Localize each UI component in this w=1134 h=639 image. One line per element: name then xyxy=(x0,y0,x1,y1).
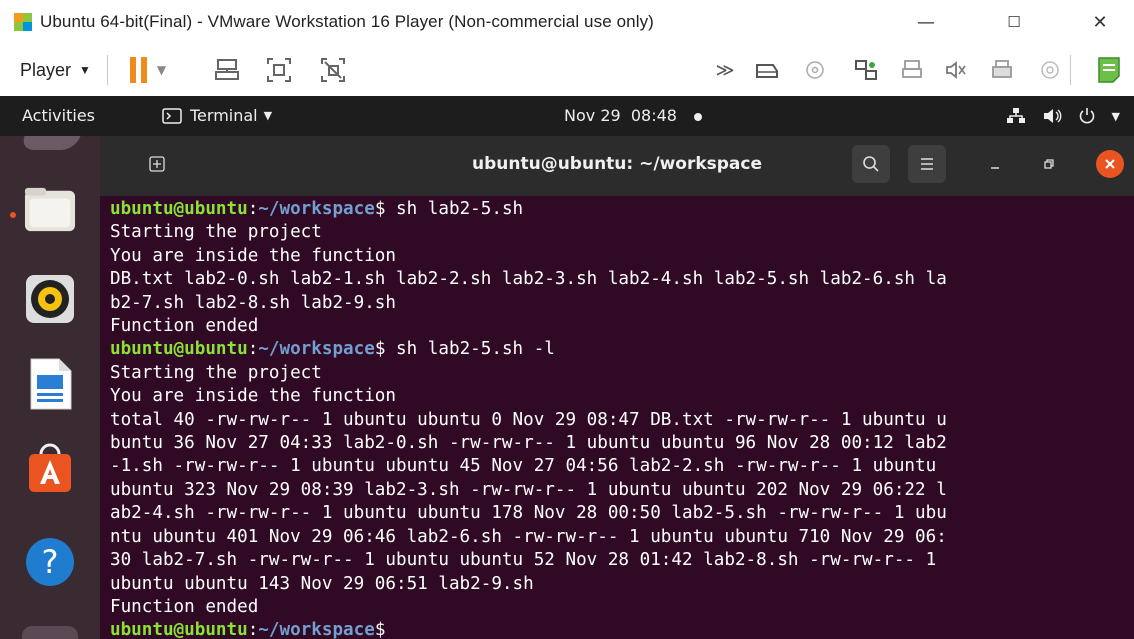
libreoffice-writer-icon[interactable] xyxy=(24,358,76,410)
player-menu-label: Player xyxy=(20,59,72,80)
system-status-area[interactable]: ▼ xyxy=(1006,96,1120,136)
more-devices-icon[interactable]: ≫ xyxy=(712,44,738,96)
terminal-output-line: 30 lab2-7.sh -rw-rw-r-- 1 ubuntu ubuntu … xyxy=(110,550,937,571)
fit-guest-icon[interactable] xyxy=(262,44,296,96)
software-center-icon[interactable] xyxy=(24,442,76,494)
terminal-prompt-line: ubuntu@ubuntu:~/workspace$ sh lab2-5.sh … xyxy=(110,338,1134,361)
prompt-user: ubuntu@ubuntu xyxy=(110,339,248,360)
app-menu-label: Terminal xyxy=(190,106,258,125)
terminal-output-line: Starting the project xyxy=(110,222,322,243)
minimize-icon xyxy=(991,167,999,169)
clock[interactable]: Nov 29 08:48 xyxy=(564,96,703,136)
toolbar-divider xyxy=(106,55,108,85)
terminal-output[interactable]: ubuntu@ubuntu:~/workspace$ sh lab2-5.sh S… xyxy=(100,196,1134,639)
terminal-output-line: Starting the project xyxy=(110,362,322,383)
app-menu[interactable]: Terminal ▼ xyxy=(162,96,272,136)
network-adapter-icon[interactable] xyxy=(852,44,880,96)
caret-down-icon: ▼ xyxy=(79,63,91,77)
hamburger-menu-button[interactable] xyxy=(908,145,946,183)
printer-icon[interactable] xyxy=(988,44,1016,96)
terminal-prompt-line: ubuntu@ubuntu:~/workspace$ sh lab2-5.sh xyxy=(110,198,1134,221)
window-title: Ubuntu 64-bit(Final) - VMware Workstatio… xyxy=(40,12,654,31)
prompt-user: ubuntu@ubuntu xyxy=(110,199,248,219)
prompt-symbol: $ xyxy=(374,339,386,360)
rhythmbox-icon[interactable] xyxy=(24,273,76,325)
dock-top-item-partial xyxy=(19,136,81,150)
files-icon[interactable] xyxy=(24,184,76,236)
prompt-path: ~/workspace xyxy=(258,339,375,360)
terminal-output-line: ntu ubuntu 401 Nov 29 06:46 lab2-6.sh -r… xyxy=(110,526,947,547)
dock-bottom-item-partial xyxy=(22,626,78,639)
notification-dot-icon xyxy=(694,112,703,121)
display-icon[interactable] xyxy=(1036,44,1064,96)
hamburger-icon xyxy=(921,158,933,170)
prompt-separator: : xyxy=(247,199,259,219)
svg-text:?: ? xyxy=(42,543,59,581)
unity-mode-icon[interactable] xyxy=(316,44,350,96)
restore-icon xyxy=(1044,159,1054,169)
command-text: sh lab2-5.sh -l xyxy=(385,339,555,360)
terminal-output-line: ab2-4.sh -rw-rw-r-- 1 ubuntu ubuntu 178 … xyxy=(110,503,947,524)
terminal-close-button[interactable] xyxy=(1096,150,1124,178)
prompt-symbol: $ xyxy=(374,199,386,219)
running-indicator xyxy=(10,212,16,218)
help-icon[interactable]: ? xyxy=(24,536,76,588)
command-text: sh lab2-5.sh xyxy=(385,199,524,219)
prompt-symbol: $ xyxy=(374,620,386,639)
terminal-output-line: You are inside the function xyxy=(110,386,396,407)
terminal-output-line: Function ended xyxy=(110,596,259,617)
terminal-output-line: ubuntu 323 Nov 29 08:39 lab2-3.sh -rw-rw… xyxy=(110,479,947,500)
close-icon xyxy=(1105,159,1115,169)
cd-dvd-icon[interactable] xyxy=(802,44,828,96)
terminal-output-line: Function ended xyxy=(110,316,259,337)
terminal-output-line: -1.sh -rw-rw-r-- 1 ubuntu ubuntu 45 Nov … xyxy=(110,456,937,477)
terminal-output-line: b2-7.sh lab2-8.sh lab2-9.sh xyxy=(110,292,396,313)
prompt-path: ~/workspace xyxy=(258,620,375,639)
minimize-button[interactable]: — xyxy=(904,0,948,44)
pause-icon[interactable] xyxy=(129,57,147,83)
cursor xyxy=(385,620,396,639)
terminal-minimize-button[interactable] xyxy=(976,145,1014,183)
vmware-logo-icon xyxy=(14,13,32,31)
volume-icon xyxy=(1043,109,1061,123)
close-button[interactable]: ✕ xyxy=(1078,0,1122,44)
send-ctrl-alt-del-icon[interactable] xyxy=(210,44,244,96)
hard-disk-icon[interactable] xyxy=(752,44,782,96)
player-menu[interactable]: Player ▼ xyxy=(20,60,91,81)
terminal-output-line: total 40 -rw-rw-r-- 1 ubuntu ubuntu 0 No… xyxy=(110,409,947,430)
terminal-restore-button[interactable] xyxy=(1030,145,1068,183)
terminal-output-line: DB.txt lab2-0.sh lab2-1.sh lab2-2.sh lab… xyxy=(110,269,947,290)
prompt-path: ~/workspace xyxy=(258,199,375,219)
vmware-titlebar: Ubuntu 64-bit(Final) - VMware Workstatio… xyxy=(0,0,1134,44)
terminal-output-line: buntu 36 Nov 27 04:33 lab2-0.sh -rw-rw-r… xyxy=(110,433,947,454)
notes-icon[interactable] xyxy=(1094,44,1124,96)
sound-card-icon[interactable] xyxy=(942,44,970,96)
usb-device-icon[interactable] xyxy=(898,44,926,96)
power-icon xyxy=(1079,108,1094,124)
ubuntu-dock: ? xyxy=(0,136,100,639)
prompt-separator: : xyxy=(247,339,259,360)
terminal-headerbar: ubuntu@ubuntu: ~/workspace xyxy=(100,136,1134,196)
toolbar-divider xyxy=(1070,55,1071,85)
terminal-icon xyxy=(162,108,182,124)
terminal-output-line: You are inside the function xyxy=(110,245,396,266)
activities-button[interactable]: Activities xyxy=(22,96,95,136)
maximize-button[interactable]: ☐ xyxy=(992,0,1036,44)
prompt-separator: : xyxy=(247,620,259,639)
prompt-user: ubuntu@ubuntu xyxy=(110,620,248,639)
pause-dropdown-icon[interactable]: ▼ xyxy=(157,63,166,77)
search-button[interactable] xyxy=(852,145,890,183)
terminal-output-line: ubuntu ubuntu 143 Nov 29 06:51 lab2-9.sh xyxy=(110,573,534,594)
caret-down-icon: ▼ xyxy=(1111,109,1120,123)
terminal-prompt-line: ubuntu@ubuntu:~/workspace$ xyxy=(110,619,1134,639)
clock-label: Nov 29 08:48 xyxy=(564,106,677,125)
caret-down-icon: ▼ xyxy=(263,109,273,122)
network-wired-icon xyxy=(1006,108,1025,123)
search-icon xyxy=(863,156,879,172)
gnome-top-bar: Activities Terminal ▼ Nov 29 08:48 ▼ xyxy=(0,96,1134,136)
